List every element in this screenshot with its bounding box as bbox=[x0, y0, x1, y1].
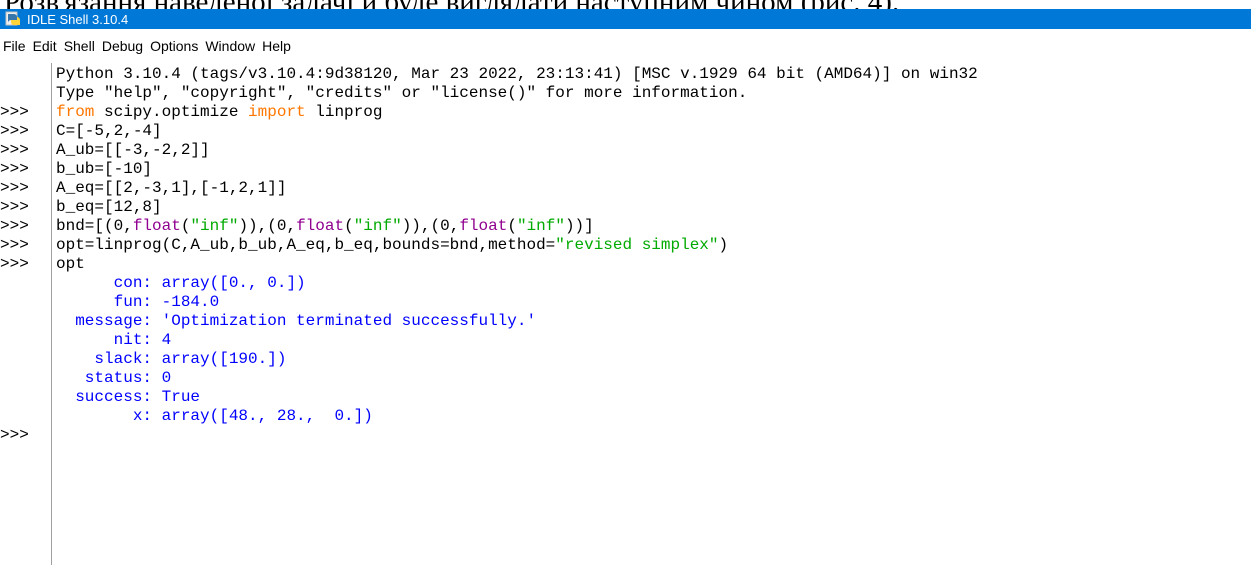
input-line: from scipy.optimize import linprog bbox=[56, 103, 383, 121]
menu-help[interactable]: Help bbox=[262, 38, 291, 54]
output-line: con: array([0., 0.]) bbox=[56, 274, 306, 292]
prompt-marker: >>> bbox=[0, 160, 29, 178]
window-title: IDLE Shell 3.10.4 bbox=[27, 11, 129, 27]
output-line: slack: array([190.]) bbox=[56, 350, 287, 368]
title-bar[interactable]: IDLE Shell 3.10.4 bbox=[0, 9, 1251, 29]
input-line: opt=linprog(C,A_ub,b_ub,A_eq,b_eq,bounds… bbox=[56, 236, 729, 254]
prompt-marker: >>> bbox=[0, 141, 29, 159]
prompt-marker: >>> bbox=[0, 426, 29, 444]
prompt-marker: >>> bbox=[0, 236, 29, 254]
menu-edit[interactable]: Edit bbox=[33, 38, 57, 54]
menu-options[interactable]: Options bbox=[150, 38, 198, 54]
input-line: bnd=[(0,float("inf")),(0,float("inf")),(… bbox=[56, 217, 594, 235]
input-line: A_eq=[[2,-3,1],[-1,2,1]] bbox=[56, 179, 287, 197]
menu-window[interactable]: Window bbox=[205, 38, 255, 54]
output-line: fun: -184.0 bbox=[56, 293, 220, 311]
prompt-gutter: >>> >>> >>> >>> >>> >>> >>> >>> >>> >>> bbox=[0, 63, 52, 565]
prompt-marker: >>> bbox=[0, 198, 29, 216]
output-line: status: 0 bbox=[56, 369, 172, 387]
prompt-marker: >>> bbox=[0, 179, 29, 197]
menu-bar: File Edit Shell Debug Options Window Hel… bbox=[0, 29, 1251, 63]
input-line: b_ub=[-10] bbox=[56, 160, 153, 178]
input-line: C=[-5,2,-4] bbox=[56, 122, 162, 140]
output-line: message: 'Optimization terminated succes… bbox=[56, 312, 537, 330]
banner-line: Type "help", "copyright", "credits" or "… bbox=[56, 84, 748, 102]
prompt-marker: >>> bbox=[0, 217, 29, 235]
prompt-marker: >>> bbox=[0, 103, 29, 121]
idle-app-icon bbox=[5, 11, 20, 26]
shell-editor[interactable]: >>> >>> >>> >>> >>> >>> >>> >>> >>> >>> … bbox=[0, 63, 1251, 565]
output-line: success: True bbox=[56, 388, 201, 406]
output-line: nit: 4 bbox=[56, 331, 172, 349]
input-line: A_ub=[[-3,-2,2]] bbox=[56, 141, 210, 159]
menu-shell[interactable]: Shell bbox=[64, 38, 95, 54]
banner-line: Python 3.10.4 (tags/v3.10.4:9d38120, Mar… bbox=[56, 65, 978, 83]
menu-file[interactable]: File bbox=[3, 38, 26, 54]
output-line: x: array([48., 28., 0.]) bbox=[56, 407, 373, 425]
input-line: b_eq=[12,8] bbox=[56, 198, 162, 216]
prompt-marker: >>> bbox=[0, 255, 29, 273]
input-line: opt bbox=[56, 255, 85, 273]
shell-text[interactable]: Python 3.10.4 (tags/v3.10.4:9d38120, Mar… bbox=[56, 63, 1246, 565]
prompt-marker: >>> bbox=[0, 122, 29, 140]
menu-debug[interactable]: Debug bbox=[102, 38, 143, 54]
